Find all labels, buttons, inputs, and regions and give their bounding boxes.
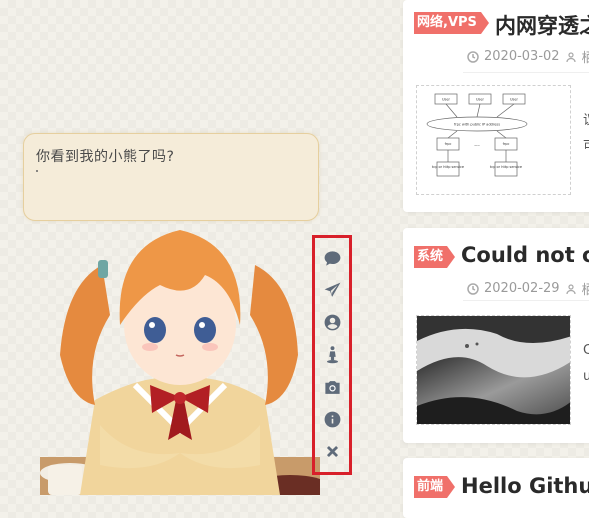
info-button[interactable] — [321, 409, 343, 431]
clock-icon — [467, 50, 479, 63]
excerpt-line: C — [583, 343, 589, 358]
excerpt-line: 可 — [583, 134, 589, 160]
ink-painting-image — [417, 316, 570, 424]
speech-bubble-dot — [36, 170, 38, 172]
send-button[interactable] — [321, 279, 343, 301]
diagram-label: User — [510, 98, 519, 102]
diagram-label: tcp or http service — [432, 165, 464, 169]
post-excerpt: C u — [583, 338, 589, 390]
comment-icon — [324, 251, 340, 266]
post-author[interactable]: 栖 — [582, 279, 589, 298]
diagram-label: frpc with public IP address — [454, 123, 500, 127]
divider — [463, 72, 589, 73]
diagram-label: ... — [474, 141, 480, 148]
post-meta: 2020-02-29 栖 — [467, 279, 589, 298]
clock-icon — [467, 282, 479, 295]
user-circle-icon — [324, 314, 340, 331]
post-title[interactable]: Hello Githul — [461, 474, 589, 498]
camera-icon — [324, 380, 340, 394]
diagram-label: tcp or http service — [490, 165, 522, 169]
post-card[interactable]: 系统 Could not o 2020-02-29 栖 C u — [403, 228, 589, 443]
diagram-label: frpc — [503, 142, 510, 146]
user-icon — [565, 51, 576, 62]
street-view-button[interactable] — [321, 344, 343, 366]
network-diagram-image: User User User frpc with public IP addre… — [426, 93, 528, 177]
close-button[interactable] — [321, 441, 343, 463]
post-category-tag[interactable]: 系统 — [414, 246, 456, 268]
mascot-speech-bubble: 你看到我的小熊了吗? — [23, 133, 319, 221]
post-thumbnail[interactable]: User User User frpc with public IP addre… — [416, 85, 571, 195]
post-date: 2020-03-02 — [484, 49, 560, 64]
post-card[interactable]: 网络,VPS 内网穿透之 2020-03-02 栖 User User User… — [403, 0, 589, 212]
diagram-label: frpc — [445, 142, 452, 146]
info-circle-icon — [324, 411, 340, 428]
mascot-character-illustration[interactable] — [40, 225, 320, 495]
comment-button[interactable] — [321, 247, 343, 269]
camera-button[interactable] — [321, 376, 343, 398]
diagram-label: User — [476, 98, 485, 102]
speech-bubble-text: 你看到我的小熊了吗? — [36, 149, 175, 165]
post-card[interactable]: 前端 Hello Githul — [403, 458, 589, 518]
post-category-tag[interactable]: 网络,VPS — [414, 12, 489, 34]
post-date: 2020-02-29 — [484, 281, 560, 296]
mascot-toolbar — [312, 235, 352, 475]
diagram-label: User — [442, 98, 451, 102]
paper-plane-icon — [324, 282, 340, 297]
post-meta: 2020-03-02 栖 — [467, 47, 589, 66]
close-icon — [326, 446, 338, 458]
post-title[interactable]: Could not o — [461, 243, 589, 267]
post-thumbnail[interactable] — [416, 315, 571, 425]
excerpt-line: u — [583, 369, 589, 384]
excerpt-line: 议 — [583, 108, 589, 134]
post-excerpt: 议 可 — [583, 108, 589, 160]
post-author[interactable]: 栖 — [582, 47, 589, 66]
user-button[interactable] — [321, 312, 343, 334]
user-icon — [565, 283, 576, 294]
divider — [463, 300, 589, 301]
post-title[interactable]: 内网穿透之 — [495, 10, 589, 40]
street-view-icon — [326, 346, 338, 364]
